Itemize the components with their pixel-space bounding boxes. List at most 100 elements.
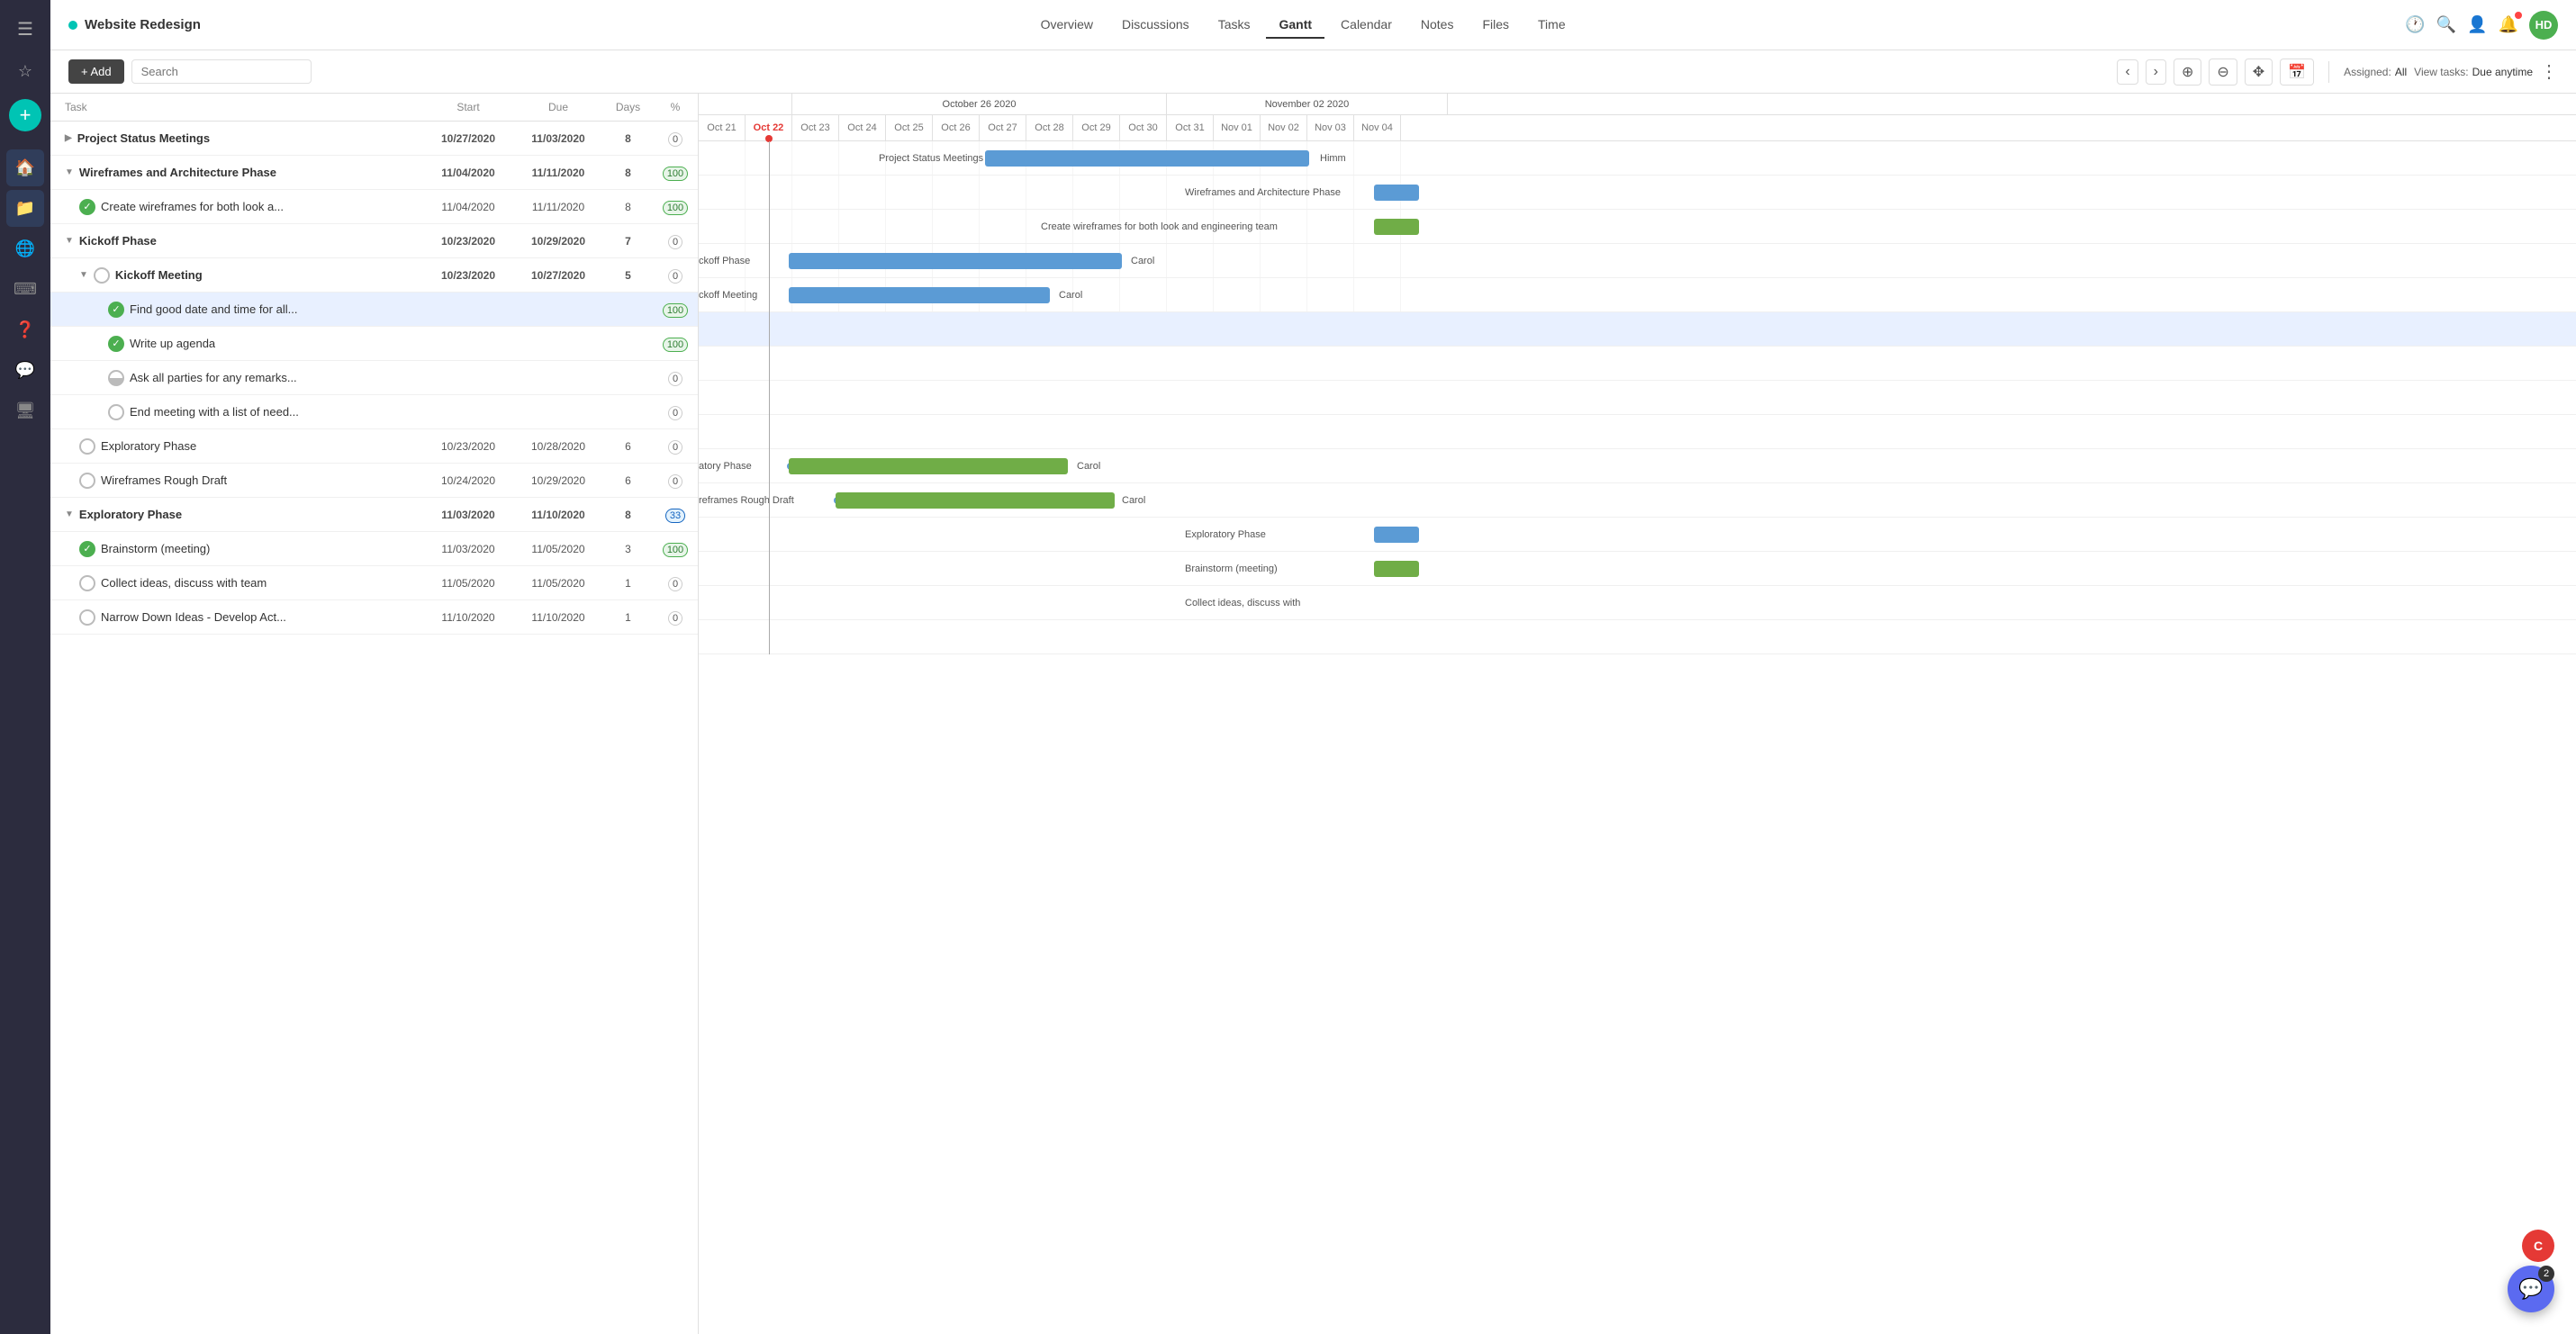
gantt-bar-kickoff-phase[interactable] bbox=[789, 253, 1122, 269]
col-due-header: Due bbox=[513, 101, 603, 113]
table-row: ✓ Find good date and time for all... 100 bbox=[50, 293, 698, 327]
nav-globe-icon[interactable]: 🌐 bbox=[6, 230, 44, 267]
expand-icon[interactable]: ▼ bbox=[79, 270, 88, 280]
task-start: 10/24/2020 bbox=[423, 474, 513, 487]
gantt-bar-project-status[interactable] bbox=[985, 150, 1309, 167]
nav-home-icon[interactable]: 🏠 bbox=[6, 149, 44, 186]
project-status-dot bbox=[68, 21, 77, 30]
chat-fab-button[interactable]: 💬 2 bbox=[2508, 1266, 2554, 1312]
gantt-bar-kickoff-meeting[interactable] bbox=[789, 287, 1050, 303]
task-start: 11/03/2020 bbox=[423, 509, 513, 521]
task-due: 11/10/2020 bbox=[513, 611, 603, 624]
gantt-day-nov02: Nov 02 bbox=[1261, 115, 1307, 140]
gantt-day-oct21: Oct 21 bbox=[699, 115, 746, 140]
task-name: Wireframes Rough Draft bbox=[101, 473, 227, 487]
gantt-controls: ‹ › ⊕ ⊖ ✥ 📅 Assigned: All View tasks: Du… bbox=[2117, 59, 2558, 86]
expand-icon[interactable]: ▶ bbox=[65, 133, 72, 143]
task-name: Exploratory Phase bbox=[101, 439, 196, 453]
nav-chat-icon[interactable]: 💬 bbox=[6, 352, 44, 389]
global-add-button[interactable]: + bbox=[9, 99, 41, 131]
gantt-bar-create-wireframes[interactable] bbox=[1374, 219, 1419, 235]
nav-overview[interactable]: Overview bbox=[1028, 12, 1106, 39]
gantt-row bbox=[699, 415, 2576, 449]
gantt-day-oct26: Oct 26 bbox=[933, 115, 980, 140]
more-options-icon[interactable]: ⋮ bbox=[2540, 60, 2558, 83]
user-avatar[interactable]: HD bbox=[2529, 11, 2558, 40]
nav-folder-icon[interactable]: 📁 bbox=[6, 190, 44, 227]
view-tasks-label: View tasks: bbox=[2414, 66, 2468, 78]
bell-icon[interactable]: 🔔 bbox=[2499, 15, 2518, 34]
user-add-icon[interactable]: 👤 bbox=[2467, 15, 2487, 34]
gantt-label-brainstorm-left: Brainstorm (meeting) bbox=[1185, 563, 1278, 574]
gantt-row bbox=[699, 620, 2576, 654]
task-status-empty bbox=[108, 404, 124, 420]
zoom-in-button[interactable]: ⊖ bbox=[2209, 59, 2237, 86]
gantt-day-oct25: Oct 25 bbox=[886, 115, 933, 140]
nav-files[interactable]: Files bbox=[1469, 12, 1522, 39]
task-name: Collect ideas, discuss with team bbox=[101, 576, 267, 590]
expand-icon[interactable]: ▼ bbox=[65, 236, 74, 246]
gantt-row: Collect ideas, discuss with bbox=[699, 586, 2576, 620]
task-start: 10/27/2020 bbox=[423, 132, 513, 145]
view-tasks-value[interactable]: Due anytime bbox=[2472, 66, 2533, 78]
gantt-label-kickoff-meeting-left: ckoff Meeting bbox=[699, 290, 757, 301]
top-header: Website Redesign Overview Discussions Ta… bbox=[50, 0, 2576, 50]
gantt-bar-exp-phase[interactable] bbox=[789, 458, 1068, 474]
gantt-month-row: October 26 2020 November 02 2020 bbox=[699, 94, 2576, 115]
search-input[interactable] bbox=[131, 59, 312, 84]
calendar-button[interactable]: 📅 bbox=[2280, 59, 2314, 86]
assigned-value[interactable]: All bbox=[2395, 66, 2407, 78]
gantt-month-nov02: November 02 2020 bbox=[1167, 94, 1448, 114]
gantt-bar-brainstorm[interactable] bbox=[1374, 561, 1419, 577]
gantt-bar-wireframes-rough[interactable] bbox=[836, 492, 1115, 509]
menu-icon[interactable]: ☰ bbox=[10, 11, 41, 48]
gantt-row bbox=[699, 347, 2576, 381]
nav-help-icon[interactable]: ❓ bbox=[6, 311, 44, 348]
nav-time[interactable]: Time bbox=[1525, 12, 1578, 39]
task-pct: 0 bbox=[653, 611, 698, 624]
gantt-label-kickoff-meeting-carol: Carol bbox=[1059, 290, 1082, 301]
nav-tasks[interactable]: Tasks bbox=[1206, 12, 1263, 39]
gantt-bar-exp-main[interactable] bbox=[1374, 527, 1419, 543]
nav-monitor-icon[interactable]: 🖥 bbox=[6, 392, 45, 429]
task-name-cell: ✓ Brainstorm (meeting) bbox=[50, 541, 423, 557]
task-list-header: Task Start Due Days % bbox=[50, 94, 698, 122]
task-name-cell: ▶ Project Status Meetings bbox=[50, 131, 423, 145]
task-start: 11/04/2020 bbox=[423, 167, 513, 179]
task-days: 8 bbox=[603, 509, 653, 521]
col-task-header: Task bbox=[50, 101, 423, 113]
task-days: 1 bbox=[603, 611, 653, 624]
navigate-back-button[interactable]: ‹ bbox=[2117, 59, 2138, 85]
expand-icon[interactable]: ▼ bbox=[65, 509, 74, 519]
star-icon[interactable]: ☆ bbox=[11, 55, 40, 88]
nav-discussions[interactable]: Discussions bbox=[1109, 12, 1202, 39]
task-name: Write up agenda bbox=[130, 337, 215, 350]
table-row: Collect ideas, discuss with team 11/05/2… bbox=[50, 566, 698, 600]
expand-icon[interactable]: ▼ bbox=[65, 167, 74, 177]
task-name-cell: ▼ Exploratory Phase bbox=[50, 508, 423, 521]
plus-icon: + bbox=[20, 104, 32, 127]
task-due: 11/03/2020 bbox=[513, 132, 603, 145]
nav-calendar[interactable]: Calendar bbox=[1328, 12, 1405, 39]
gantt-row: Wireframes and Architecture Phase bbox=[699, 176, 2576, 210]
gantt-row: Create wireframes for both look and engi… bbox=[699, 210, 2576, 244]
zoom-out-button[interactable]: ⊕ bbox=[2174, 59, 2201, 86]
gantt-bar-wireframes-arch[interactable] bbox=[1374, 185, 1419, 201]
task-pct: 100 bbox=[653, 338, 698, 350]
add-button[interactable]: + Add bbox=[68, 59, 124, 84]
navigate-forward-button[interactable]: › bbox=[2146, 59, 2166, 85]
table-row: ✓ Write up agenda 100 bbox=[50, 327, 698, 361]
task-name: Kickoff Phase bbox=[79, 234, 157, 248]
gantt-day-nov03: Nov 03 bbox=[1307, 115, 1354, 140]
gantt-panel: October 26 2020 November 02 2020 Oct 21 … bbox=[699, 94, 2576, 1334]
clock-icon[interactable]: 🕐 bbox=[2405, 15, 2425, 34]
move-button[interactable]: ✥ bbox=[2245, 59, 2273, 86]
search-icon[interactable]: 🔍 bbox=[2436, 15, 2456, 34]
table-row: ▼ Kickoff Phase 10/23/2020 10/29/2020 7 … bbox=[50, 224, 698, 258]
task-pct: 0 bbox=[653, 372, 698, 384]
task-name-cell: Collect ideas, discuss with team bbox=[50, 575, 423, 591]
nav-notes[interactable]: Notes bbox=[1408, 12, 1467, 39]
nav-keyboard-icon[interactable]: ⌨ bbox=[5, 271, 46, 308]
nav-gantt[interactable]: Gantt bbox=[1266, 12, 1324, 39]
gantt-day-oct23: Oct 23 bbox=[792, 115, 839, 140]
